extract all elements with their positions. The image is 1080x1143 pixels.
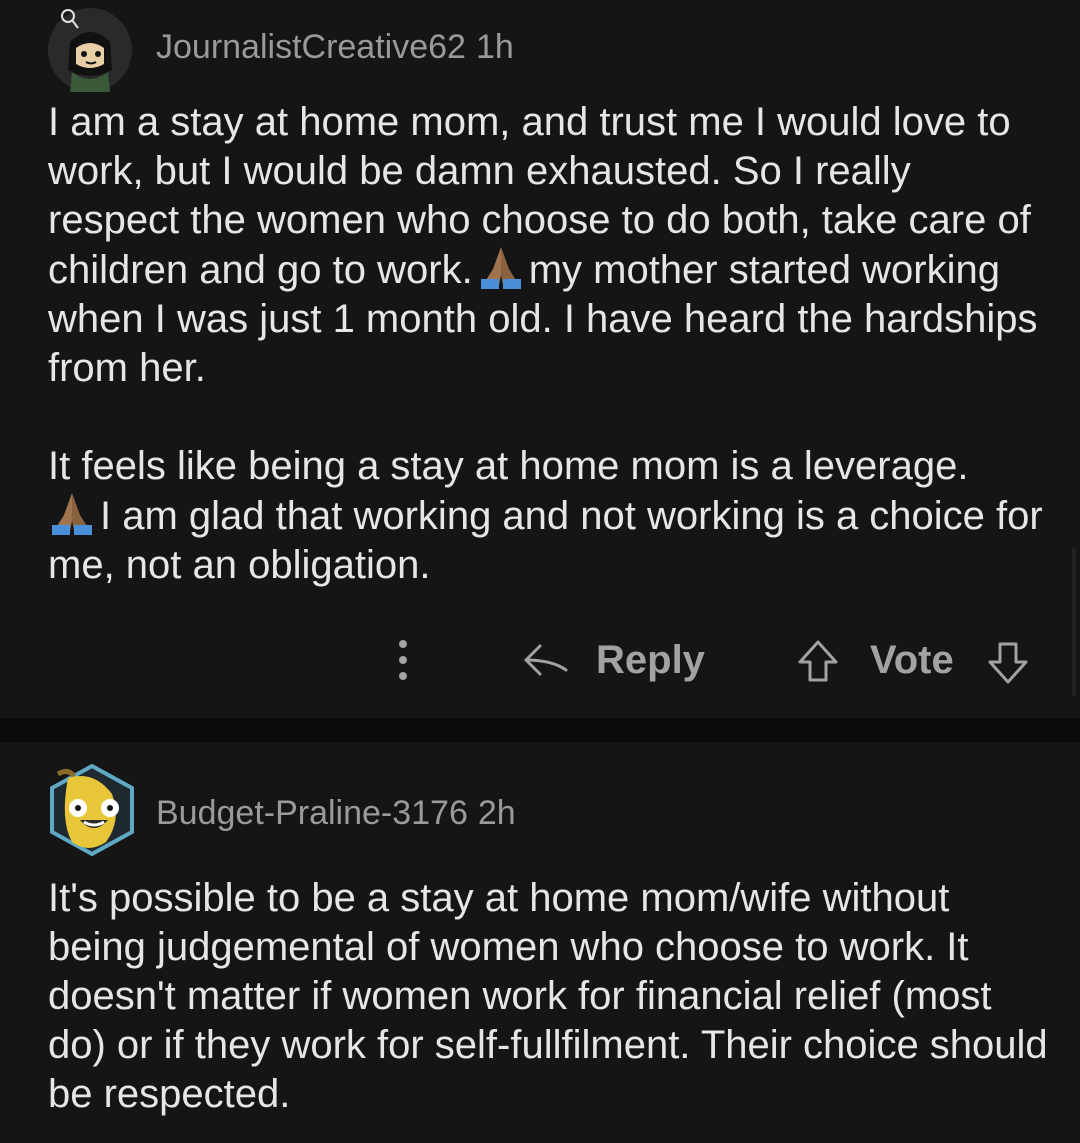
comment-body: I am a stay at home mom, and trust me I … <box>48 98 1048 590</box>
comment-body: It's possible to be a stay at home mom/w… <box>48 874 1048 1119</box>
user-avatar[interactable] <box>48 8 132 92</box>
comment-card: Budget-Praline-3176 2h It's possible to b… <box>0 742 1080 1143</box>
reply-arrow-icon <box>524 644 568 676</box>
comment-card: JournalistCreative62 1h I am a stay at ho… <box>0 0 1080 718</box>
timestamp: 1h <box>475 28 514 66</box>
vote-count: Vote <box>870 638 954 682</box>
comment-meta: Budget-Praline-3176 2h <box>156 794 516 833</box>
folded-hands-emoji <box>480 247 521 289</box>
reply-label: Reply <box>596 637 705 682</box>
username[interactable]: Budget-Praline-3176 <box>156 794 468 832</box>
reply-button[interactable]: Reply <box>522 630 705 690</box>
scroll-indicator <box>1072 548 1076 696</box>
comment-paragraph: It feels like being a stay at home mom i… <box>48 444 1043 587</box>
folded-hands-emoji <box>52 493 92 535</box>
timestamp: 2h <box>477 794 516 832</box>
downvote-arrow-icon[interactable] <box>984 638 1032 686</box>
upvote-arrow-icon[interactable] <box>794 638 842 686</box>
username[interactable]: JournalistCreative62 <box>156 28 466 66</box>
comment-divider <box>0 718 1080 742</box>
comment-actions: Reply Vote <box>0 630 1080 690</box>
user-avatar[interactable] <box>48 763 134 857</box>
comment-paragraph: I am a stay at home mom, and trust me I … <box>48 100 1038 390</box>
comment-paragraph: It's possible to be a stay at home mom/w… <box>48 876 1048 1116</box>
comment-meta: JournalistCreative62 1h <box>156 28 514 67</box>
more-vertical-icon[interactable] <box>386 636 420 684</box>
